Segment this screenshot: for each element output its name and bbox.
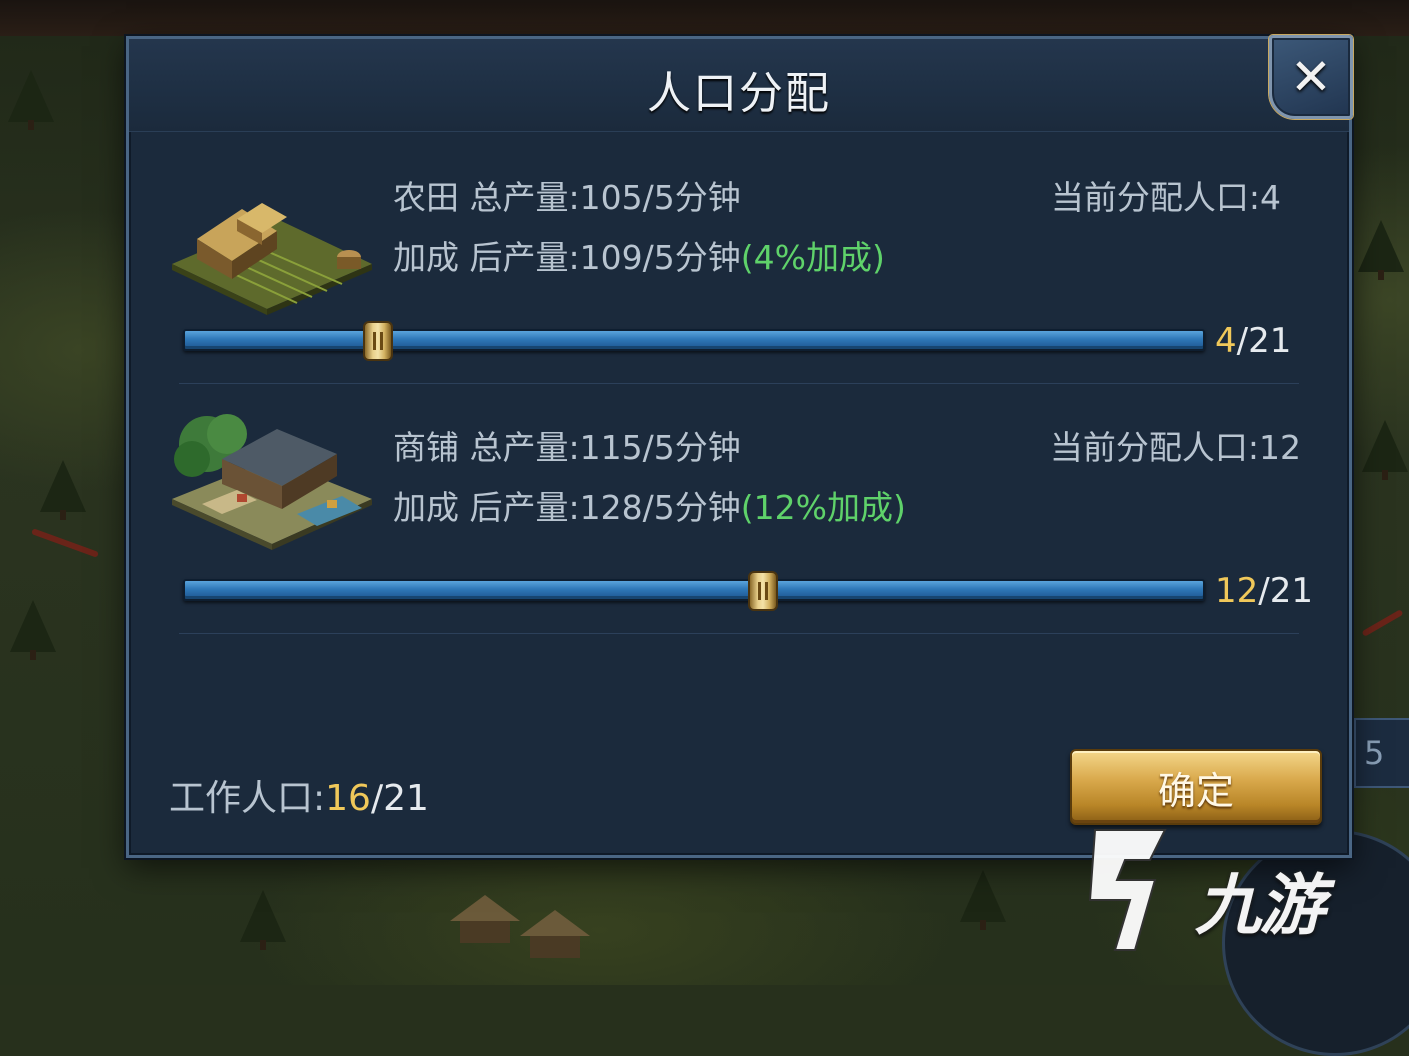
building-row-farm: 农田 总产量:105/5分钟 加成 后产量:109/5分钟(4%加成) 当前分配… <box>129 159 1349 379</box>
side-badge[interactable]: 5 <box>1354 718 1409 788</box>
tree-decoration <box>1362 420 1408 480</box>
tree-decoration <box>8 70 54 130</box>
farm-bonus-output: 加成 后产量:109/5分钟(4%加成) <box>393 238 885 277</box>
working-population: 工作人口:16/21 <box>169 778 429 819</box>
dialog-header: 人口分配 <box>129 39 1349 132</box>
shop-bonus-output: 加成 后产量:128/5分钟(12%加成) <box>393 488 906 527</box>
farm-assigned-population: 当前分配人口:4 <box>1050 178 1281 217</box>
population-allocation-dialog: 人口分配 ✕ 农田 总产量:105/5分钟 加成 后产量:109/5分钟(4%加… <box>126 35 1353 858</box>
shop-population-slider[interactable] <box>183 571 1205 611</box>
row-divider <box>179 633 1299 634</box>
farm-slider-handle[interactable] <box>363 321 394 361</box>
shop-slider-value: 12/21 <box>1215 571 1313 611</box>
shop-building-icon <box>172 414 372 550</box>
shop-slider-handle[interactable] <box>748 571 779 611</box>
shop-assigned-population: 当前分配人口:12 <box>1049 428 1301 467</box>
farm-population-slider[interactable] <box>183 321 1205 361</box>
farm-total-output: 农田 总产量:105/5分钟 <box>393 178 741 217</box>
tree-decoration <box>10 600 56 660</box>
hut-decoration <box>450 895 520 945</box>
watermark-text: 九游 <box>1195 867 1325 944</box>
close-button[interactable]: ✕ <box>1269 35 1353 119</box>
confirm-button[interactable]: 确定 <box>1070 749 1322 825</box>
farm-building-icon <box>172 203 372 315</box>
farm-bonus-percent: (4%加成) <box>740 238 885 277</box>
top-bar <box>0 0 1409 36</box>
hut-decoration <box>520 910 590 960</box>
building-row-shop: 商铺 总产量:115/5分钟 加成 后产量:128/5分钟(12%加成) 当前分… <box>129 409 1349 629</box>
shop-bonus-percent: (12%加成) <box>740 488 906 527</box>
tree-decoration <box>1358 220 1404 280</box>
tree-decoration <box>960 870 1006 930</box>
farm-slider-value: 4/21 <box>1215 321 1292 361</box>
close-icon: ✕ <box>1290 48 1332 106</box>
dialog-title: 人口分配 <box>647 68 831 119</box>
row-divider <box>179 383 1299 384</box>
shop-total-output: 商铺 总产量:115/5分钟 <box>393 428 741 467</box>
tree-decoration <box>240 890 286 950</box>
tree-decoration <box>40 460 86 520</box>
